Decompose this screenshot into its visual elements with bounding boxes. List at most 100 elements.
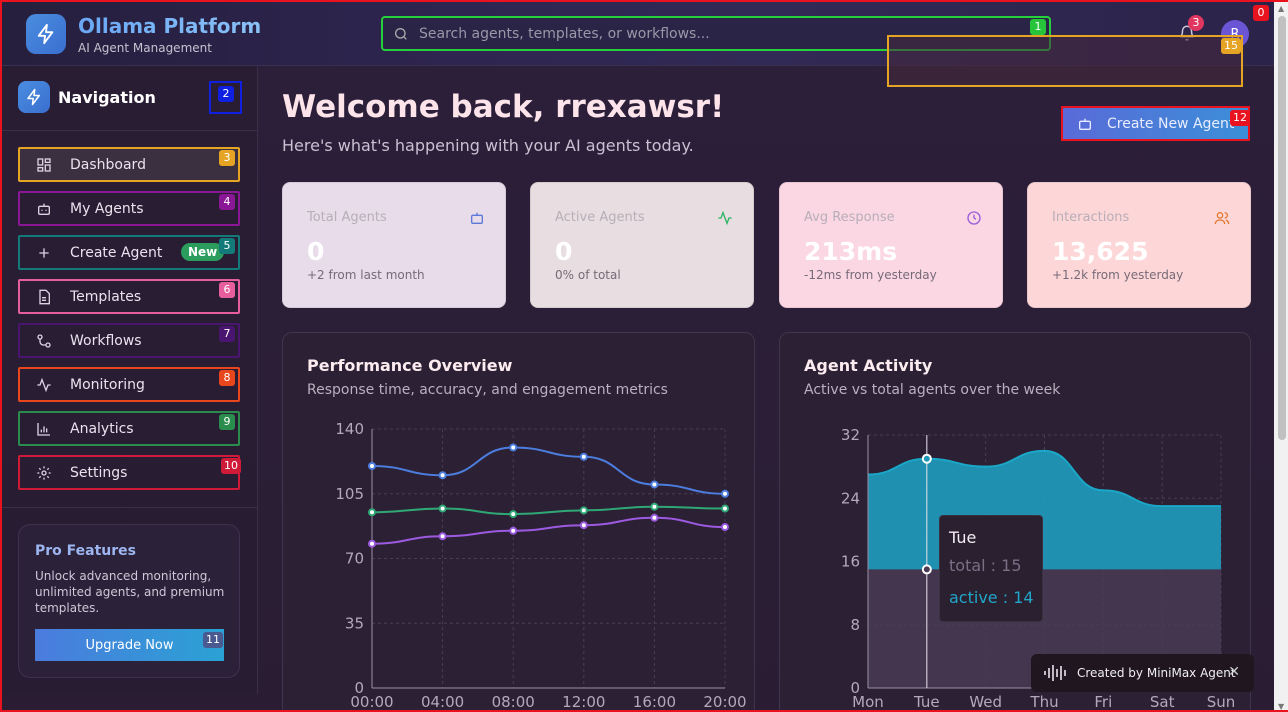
- annotation-badge: 5: [219, 238, 235, 254]
- sidebar-item-label: Analytics: [70, 421, 134, 437]
- divider: [2, 507, 257, 508]
- scroll-up-icon[interactable]: ▲: [1278, 4, 1284, 13]
- gear-icon: [37, 466, 51, 480]
- stat-value: 213ms: [804, 237, 898, 266]
- sidebar-item-label: Monitoring: [70, 377, 145, 393]
- pro-title: Pro Features: [35, 543, 136, 559]
- tooltip-total: total : 15: [949, 556, 1022, 575]
- sidebar-item-label: Templates: [70, 289, 142, 305]
- stat-subtext: -12ms from yesterday: [804, 268, 937, 282]
- new-badge: New: [181, 243, 225, 261]
- users-icon: [1214, 212, 1230, 225]
- data-point: [509, 526, 518, 535]
- minimax-toast[interactable]: Created by MiniMax Agent ✕: [1031, 654, 1254, 692]
- brand-logo[interactable]: [26, 14, 66, 54]
- pro-description: Unlock advanced monitoring, unlimited ag…: [35, 569, 225, 615]
- navigation-logo: [18, 81, 50, 113]
- brand-subtitle: AI Agent Management: [78, 41, 212, 55]
- x-tick-label: Fri: [1094, 693, 1112, 711]
- search-icon: [395, 27, 407, 40]
- sidebar-item-workflows[interactable]: Workflows: [18, 323, 240, 358]
- bot-icon: [38, 203, 50, 215]
- chart-tooltip: Tue total : 15 active : 14: [939, 515, 1043, 622]
- y-tick-label: 24: [841, 489, 860, 507]
- data-point: [509, 443, 518, 452]
- tooltip-active: active : 14: [949, 588, 1034, 607]
- annotation-badge: 1: [1030, 19, 1046, 35]
- y-tick-label: 8: [850, 616, 860, 634]
- chart-title: Agent Activity: [804, 356, 933, 375]
- hover-point-total: [921, 564, 932, 575]
- sidebar-item-monitoring[interactable]: Monitoring: [18, 367, 240, 402]
- x-tick-label: 00:00: [350, 693, 393, 711]
- data-point: [650, 513, 659, 522]
- annotation-badge: 0: [1253, 5, 1269, 21]
- sidebar-item-dashboard[interactable]: Dashboard: [18, 147, 240, 182]
- clock-icon: [967, 211, 981, 225]
- annotation-badge: 2: [218, 86, 234, 102]
- stat-subtext: +1.2k from yesterday: [1052, 268, 1184, 282]
- data-point: [721, 504, 729, 513]
- x-tick-label: Tue: [913, 693, 940, 711]
- chart-title: Performance Overview: [307, 356, 513, 375]
- y-tick-label: 16: [841, 553, 860, 571]
- annotation-badge: 3: [219, 150, 235, 166]
- app-root: Ollama Platform AI Agent Management 1 3 …: [0, 0, 1288, 712]
- y-tick-label: 35: [345, 614, 364, 632]
- sidebar-item-settings[interactable]: Settings: [18, 455, 240, 490]
- y-tick-label: 140: [335, 420, 364, 438]
- series-line-2: [371, 516, 726, 545]
- x-tick-label: 16:00: [633, 693, 676, 711]
- data-point: [721, 489, 729, 498]
- sidebar-item-my-agents[interactable]: My Agents: [18, 191, 240, 226]
- stat-card-total-agents: Total Agents 0 +2 from last month: [282, 182, 506, 308]
- series-line-1: [371, 505, 726, 516]
- sidebar-item-templates[interactable]: Templates: [18, 279, 240, 314]
- close-icon[interactable]: ✕: [1228, 664, 1240, 680]
- stat-title: Interactions: [1052, 210, 1130, 225]
- stat-subtext: +2 from last month: [307, 268, 425, 282]
- x-tick-label: 08:00: [492, 693, 535, 711]
- chart-subtitle: Response time, accuracy, and engagement …: [307, 382, 668, 398]
- workflow-icon: [37, 334, 51, 348]
- plus-icon: [39, 248, 49, 258]
- data-point: [579, 506, 588, 515]
- upgrade-button[interactable]: Upgrade Now: [35, 629, 224, 661]
- performance-chart[interactable]: 0357010514000:00 04:00 08:00 12:00 16:00 20:0…: [282, 412, 755, 712]
- stat-card-active-agents: Active Agents 0 0% of total: [530, 182, 754, 308]
- annotation-badge: 15: [1221, 38, 1241, 54]
- page-title: Welcome back, rrexawsr!: [282, 89, 725, 125]
- dashboard-icon: [37, 158, 51, 172]
- sidebar-item-create-agent[interactable]: Create Agent New: [18, 235, 240, 270]
- divider: [2, 130, 257, 131]
- y-tick-label: 105: [335, 485, 364, 503]
- x-tick-label: Thu: [1029, 693, 1058, 711]
- lightning-icon: [27, 88, 40, 106]
- tooltip-label: Tue: [949, 528, 977, 547]
- x-tick-label: 12:00: [562, 693, 605, 711]
- create-agent-label: Create New Agent: [1107, 115, 1235, 132]
- navigation-heading: Navigation: [58, 88, 156, 107]
- bar-chart-icon: [37, 423, 50, 436]
- activity-icon: [37, 377, 51, 393]
- series-line-0: [371, 446, 726, 495]
- annotation-badge: 8: [219, 370, 235, 386]
- stat-value: 0: [307, 237, 325, 266]
- data-point: [368, 508, 376, 517]
- user-dropdown-overlay[interactable]: [887, 35, 1243, 87]
- y-tick-label: 70: [345, 550, 364, 568]
- x-tick-label: Sat: [1150, 693, 1175, 711]
- annotation-badge: 11: [203, 632, 223, 648]
- scroll-down-icon[interactable]: ▼: [1278, 702, 1284, 710]
- sidebar-item-analytics[interactable]: Analytics: [18, 411, 240, 446]
- scrollbar-thumb[interactable]: [1278, 16, 1286, 440]
- sidebar-item-label: Dashboard: [70, 157, 146, 173]
- sidebar-item-label: Create Agent: [70, 245, 163, 261]
- data-point: [438, 471, 447, 480]
- create-agent-button[interactable]: Create New Agent: [1061, 106, 1250, 141]
- sidebar-item-label: My Agents: [70, 201, 144, 217]
- annotation-badge: 6: [219, 282, 235, 298]
- data-point: [721, 523, 729, 532]
- lightning-icon: [37, 23, 54, 45]
- brand-title: Ollama Platform: [78, 14, 262, 38]
